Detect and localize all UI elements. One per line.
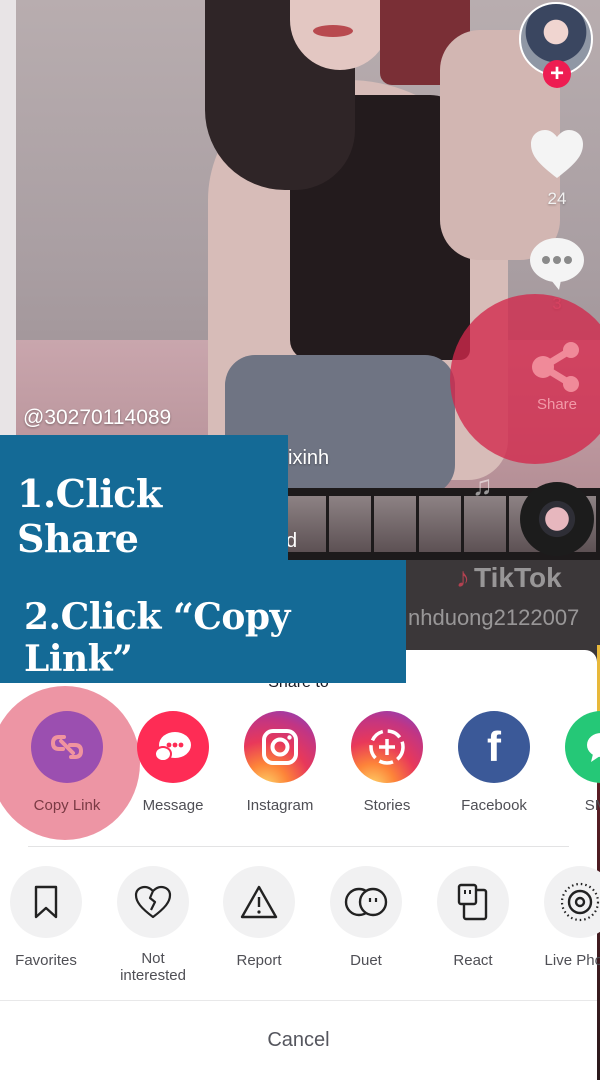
share-icon	[532, 342, 579, 392]
target-label: Facebook	[461, 797, 527, 814]
message-icon	[137, 711, 209, 783]
music-note-icon: ♫	[472, 470, 493, 501]
watermark-username: nhduong2122007	[408, 605, 580, 630]
action-react[interactable]: React	[420, 866, 526, 969]
tiktok-watermark: ♪ TikTok	[456, 562, 562, 594]
duet-icon	[330, 866, 402, 938]
link-icon	[31, 711, 103, 783]
comment-button[interactable]	[527, 236, 587, 295]
filmstrip-frame	[464, 496, 506, 552]
filmstrip-frame	[419, 496, 461, 552]
heart-icon	[531, 130, 583, 178]
target-label: Instagram	[246, 797, 314, 814]
video-person-lips	[313, 25, 353, 37]
tutorial-step-2-text: 2.Click “Copy Link”	[24, 596, 290, 680]
actions-row: Favorites Not interested Report Duet Rea…	[0, 866, 600, 984]
action-favorites[interactable]: Favorites	[0, 866, 99, 969]
tutorial-step-1: 1.Click Share	[0, 435, 288, 561]
action-label: Duet	[350, 952, 382, 969]
share-label: Share	[536, 396, 578, 413]
music-disc[interactable]	[520, 482, 594, 556]
video-caption: ixinh	[288, 447, 330, 469]
filmstrip-frame	[329, 496, 371, 552]
facebook-icon: f	[458, 711, 530, 783]
action-duet[interactable]: Duet	[313, 866, 419, 969]
broken-heart-icon	[117, 866, 189, 938]
video-username[interactable]: @30270114089	[23, 406, 171, 430]
action-label: Live Photo	[544, 952, 600, 969]
tiktok-note-icon: ♪	[456, 562, 470, 593]
stories-icon	[351, 711, 423, 783]
share-target-copy-link[interactable]: Copy Link	[14, 711, 120, 814]
action-label: Favorites	[15, 952, 77, 969]
share-target-facebook[interactable]: f Facebook	[441, 711, 547, 814]
comment-icon	[530, 238, 584, 290]
share-target-instagram[interactable]: Instagram	[227, 711, 333, 814]
live-photo-icon	[544, 866, 600, 938]
watermark-logo-text: TikTok	[474, 562, 562, 593]
share-target-stories[interactable]: Stories	[334, 711, 440, 814]
target-label: Stories	[363, 797, 411, 814]
tutorial-step-2: 2.Click “Copy Link”	[0, 560, 406, 683]
cancel-button[interactable]: Cancel	[0, 1001, 597, 1080]
instagram-icon	[244, 711, 316, 783]
share-target-sms[interactable]: SMS	[548, 711, 600, 814]
target-label: Message	[142, 797, 204, 814]
warning-icon	[223, 866, 295, 938]
action-live-photo[interactable]: Live Photo	[527, 866, 600, 969]
action-label: Not interested	[120, 950, 186, 984]
action-label: Report	[236, 952, 282, 969]
share-targets-row: Copy Link Message Instagram Stories f Fa…	[0, 711, 600, 814]
filmstrip-frame	[374, 496, 416, 552]
plus-icon[interactable]: +	[543, 60, 571, 88]
bookmark-icon	[10, 866, 82, 938]
share-target-message[interactable]: Message	[120, 711, 226, 814]
action-not-interested[interactable]: Not interested	[100, 866, 206, 984]
target-label: SMS	[584, 797, 600, 814]
react-icon	[437, 866, 509, 938]
target-label: Copy Link	[33, 797, 101, 814]
action-label: React	[453, 952, 493, 969]
tutorial-step-1-text: 1.Click Share	[17, 471, 162, 561]
like-count: 24	[547, 189, 567, 208]
like-button[interactable]	[527, 128, 587, 185]
share-button[interactable]	[527, 342, 587, 397]
sms-icon	[565, 711, 600, 783]
share-sheet-divider	[28, 846, 569, 847]
action-report[interactable]: Report	[206, 866, 312, 969]
